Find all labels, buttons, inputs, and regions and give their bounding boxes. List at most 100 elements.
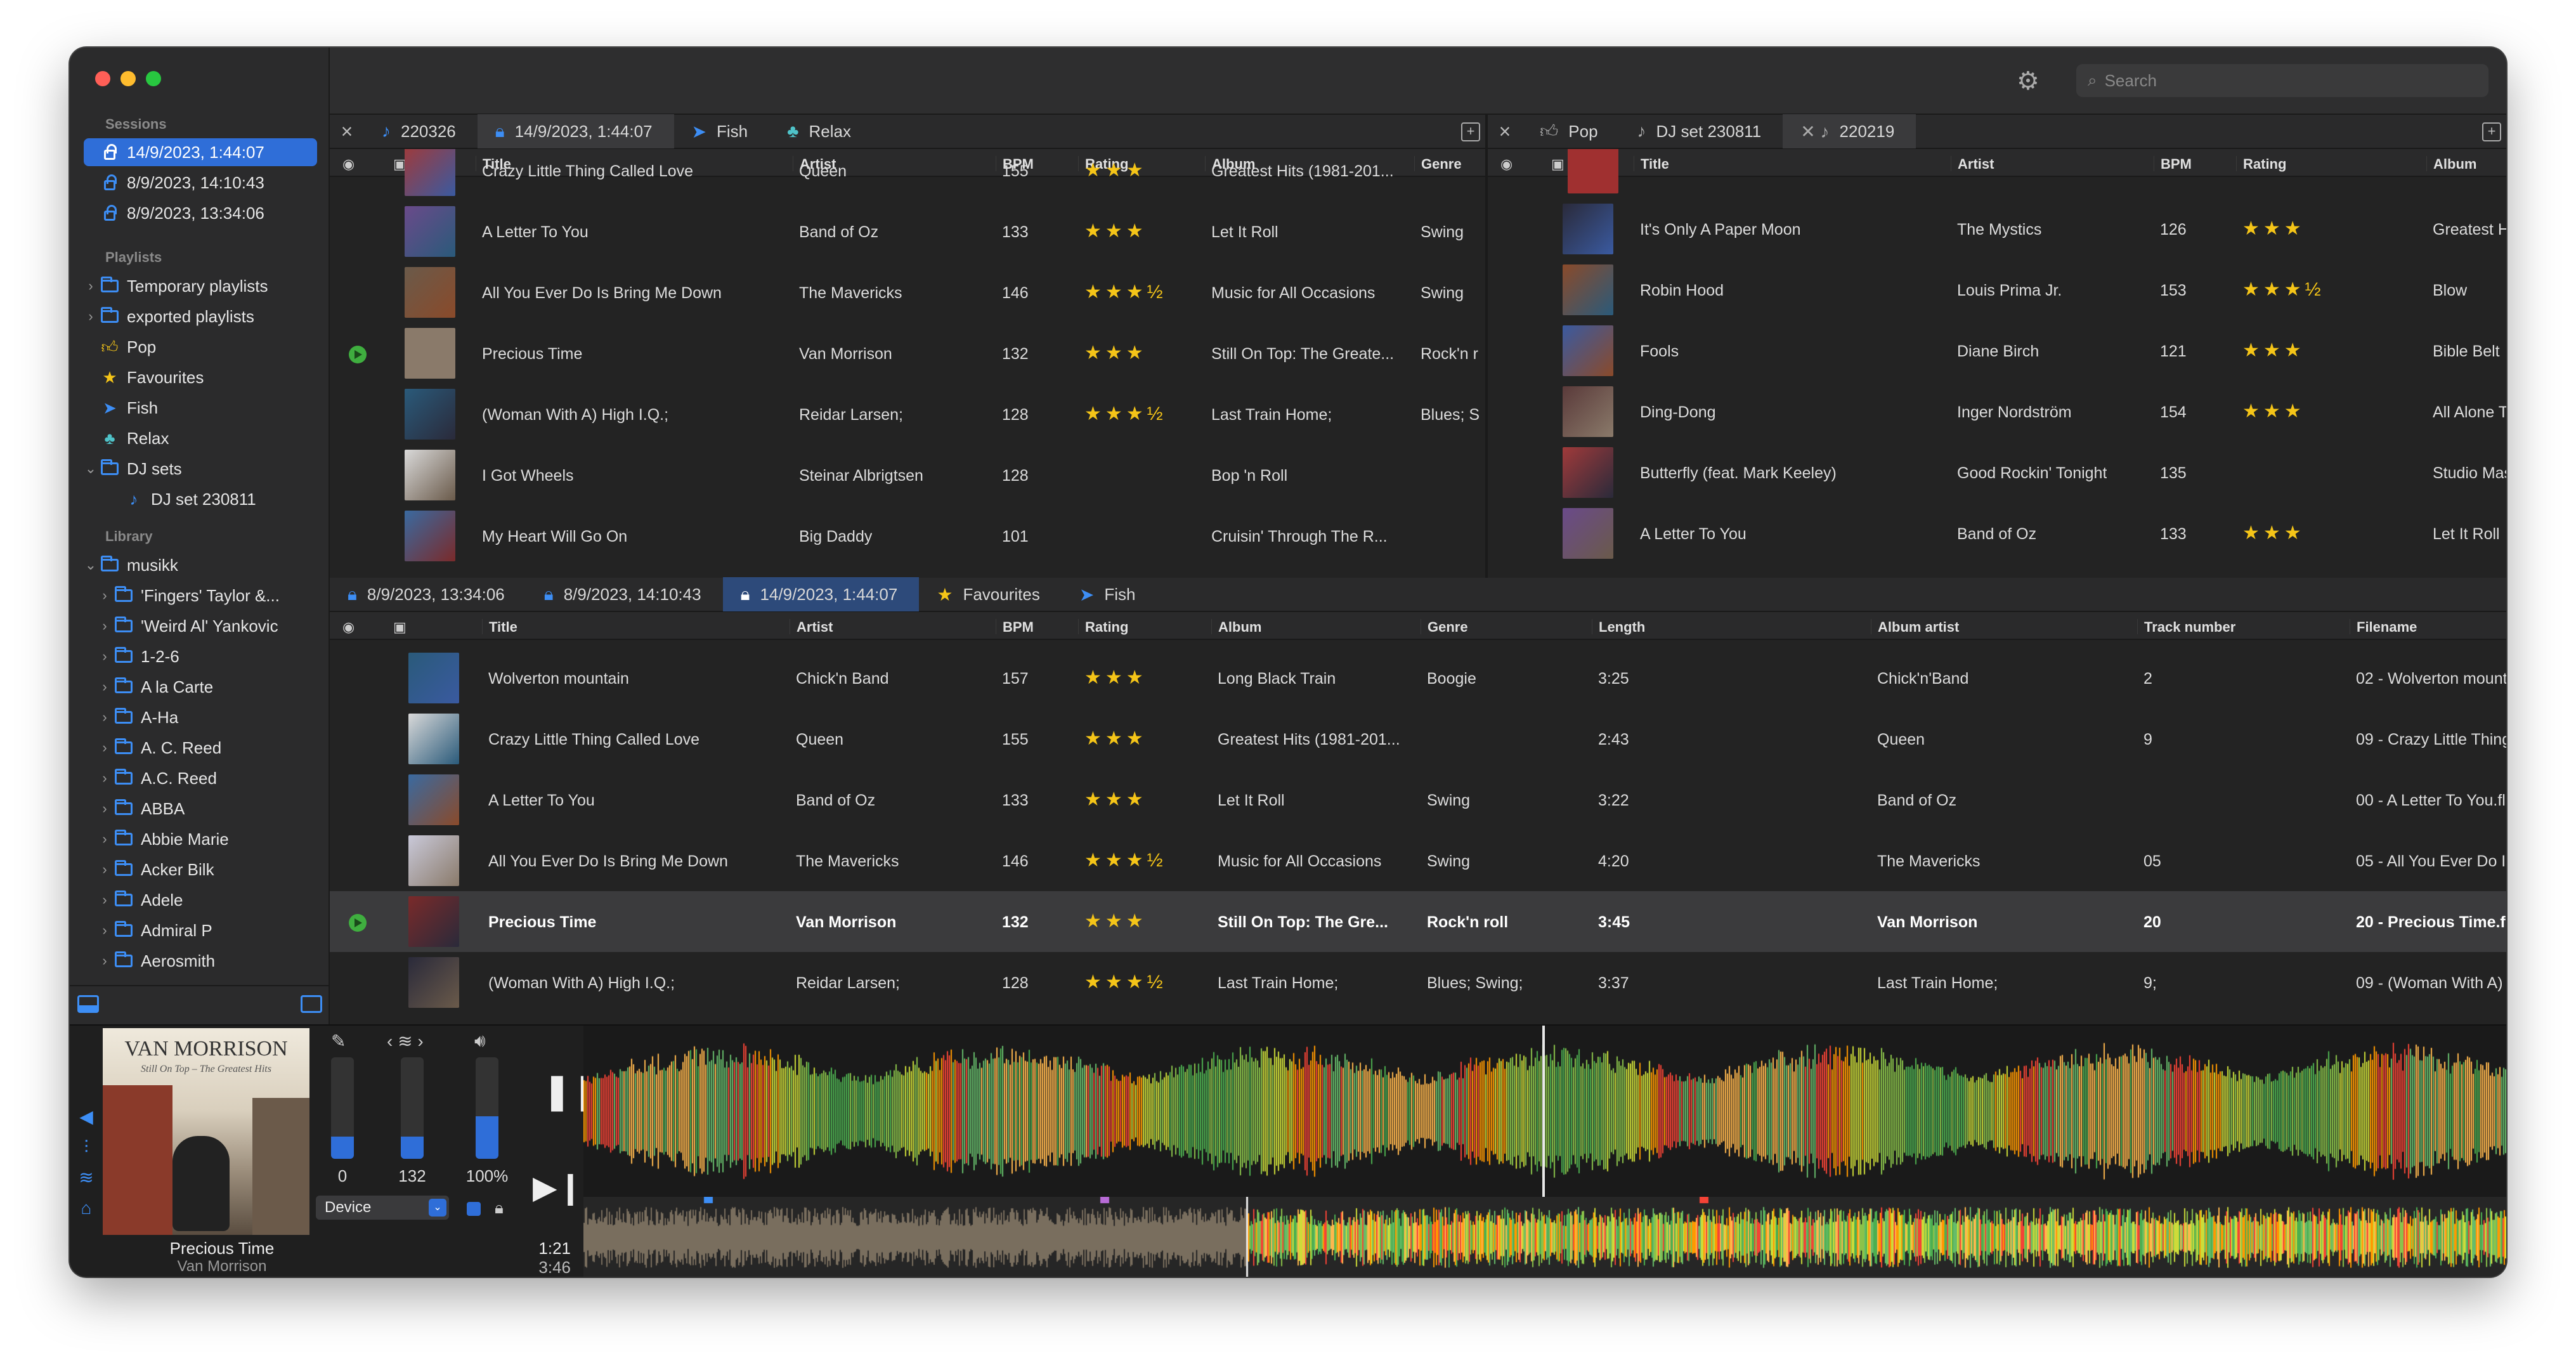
overview-waveform[interactable]: [583, 1197, 2506, 1277]
tab-item[interactable]: ➤ Fish: [1062, 577, 1157, 611]
table-row[interactable]: Crazy Little Thing Called Love Queen 155 ★★…: [330, 708, 2506, 769]
chevron-icon[interactable]: ›: [98, 648, 112, 665]
now-playing-column-icon[interactable]: ◉: [1500, 156, 1512, 173]
add-tab-button[interactable]: +: [1461, 122, 1480, 141]
chevron-icon[interactable]: ›: [98, 800, 112, 817]
tab-item[interactable]: ➤ Fish: [674, 114, 770, 148]
tab-item[interactable]: ★ Favourites: [919, 577, 1062, 611]
close-window-button[interactable]: [95, 71, 110, 86]
tab-item[interactable]: ✕ ♪ 220219: [1783, 114, 1916, 148]
search-field[interactable]: ⌕ Search: [2076, 64, 2488, 97]
tab-item[interactable]: 🔒︎ 14/9/2023, 1:44:07: [477, 114, 674, 148]
artwork-column-icon[interactable]: ▣: [393, 619, 407, 636]
column-header[interactable]: Rating: [1078, 619, 1128, 635]
equalizer-icon[interactable]: ⫶: [74, 1132, 99, 1163]
chevron-down-icon[interactable]: ⌄: [84, 557, 98, 573]
tab-item[interactable]: ♪ DJ set 230811: [1620, 114, 1783, 148]
column-header[interactable]: Album artist: [1871, 619, 1959, 635]
table-row[interactable]: Butterfly (feat. Mark Keeley) Good Rockin…: [1488, 442, 2506, 503]
playlist-item[interactable]: 👍︎ Pop: [84, 333, 317, 361]
library-artist-item[interactable]: › 1-2-6: [84, 643, 317, 670]
table-row[interactable]: A Letter To You Band of Oz 133 ★★★ Let It Ro…: [330, 769, 2506, 830]
chevron-icon[interactable]: ›: [98, 709, 112, 726]
session-item[interactable]: 8/9/2023, 13:34:06: [84, 199, 317, 227]
library-artist-item[interactable]: › Aerosmith: [84, 947, 317, 975]
volume-icon[interactable]: 🔊︎: [474, 1031, 486, 1052]
record-toggle[interactable]: [467, 1202, 481, 1216]
level-slider[interactable]: [331, 1057, 354, 1159]
library-artist-item[interactable]: › A.C. Reed: [84, 764, 317, 792]
column-header[interactable]: Title: [482, 619, 517, 635]
table-row[interactable]: Wolverton mountain Chick'n Band 157 ★★★ Long…: [330, 648, 2506, 708]
chevron-icon[interactable]: ›: [98, 618, 112, 634]
next-track-button[interactable]: ▶❙: [533, 1169, 583, 1206]
playlist-item[interactable]: ★ Favourites: [84, 363, 317, 391]
column-header[interactable]: Length: [1592, 619, 1645, 635]
table-row[interactable]: A Letter To You Band of Oz 133 ★★★ Let It Ro…: [1488, 503, 2506, 564]
library-artist-item[interactable]: › Acker Bilk: [84, 856, 317, 884]
column-header[interactable]: Filename: [2350, 619, 2417, 635]
speaker-icon[interactable]: ◀: [74, 1102, 99, 1132]
table-row[interactable]: All You Ever Do Is Bring Me Down The Mave…: [330, 830, 2506, 891]
column-header[interactable]: BPM: [996, 619, 1034, 635]
playlist-item[interactable]: ⌄ DJ sets: [84, 455, 317, 483]
lock-icon[interactable]: 🔒︎: [495, 1198, 504, 1218]
playlist-item[interactable]: ♪ DJ set 230811: [84, 485, 317, 513]
level-slider[interactable]: [476, 1057, 498, 1159]
table-row[interactable]: Precious Time Van Morrison 132 ★★★ Still On …: [330, 891, 2506, 952]
session-item[interactable]: 8/9/2023, 14:10:43: [84, 169, 317, 197]
session-item[interactable]: 14/9/2023, 1:44:07: [84, 138, 317, 166]
library-artist-item[interactable]: › Adele: [84, 886, 317, 914]
table-row[interactable]: My Heart Will Go On Big Daddy 101 Cruisin' …: [330, 506, 1485, 566]
playlist-item[interactable]: ➤ Fish: [84, 394, 317, 422]
tab-item[interactable]: 🔒︎ 8/9/2023, 13:34:06: [330, 577, 526, 611]
table-row[interactable]: All You Ever Do Is Bring Me Down The Mave…: [330, 262, 1485, 323]
waveform-icon[interactable]: ≋: [74, 1163, 99, 1193]
device-select[interactable]: Device ⌄: [316, 1196, 449, 1220]
tab-item[interactable]: ♣ Relax: [769, 114, 873, 148]
table-row[interactable]: Precious Time Van Morrison 132 ★★★ Still On …: [330, 323, 1485, 384]
chevron-icon[interactable]: ›: [84, 308, 98, 325]
table-row[interactable]: It's Only A Paper Moon The Mystics 126 ★★★ G…: [1488, 149, 2506, 259]
level-slider[interactable]: [401, 1057, 424, 1159]
chevron-icon[interactable]: ›: [98, 953, 112, 969]
tab-item[interactable]: 🔒︎ 8/9/2023, 14:10:43: [526, 577, 723, 611]
chevron-icon[interactable]: ›: [98, 922, 112, 939]
tab-item[interactable]: ♪ 220326: [364, 114, 478, 148]
minimize-window-button[interactable]: [120, 71, 136, 86]
chevron-icon[interactable]: ›: [98, 587, 112, 604]
chevron-icon[interactable]: ›: [84, 278, 98, 294]
column-header[interactable]: Genre: [1421, 619, 1468, 635]
column-header[interactable]: Track number: [2137, 619, 2235, 635]
layout-right-icon[interactable]: [301, 995, 322, 1013]
chevron-icon[interactable]: ›: [98, 831, 112, 847]
table-row[interactable]: A Letter To You Band of Oz 133 ★★★ Let It Ro…: [330, 201, 1485, 262]
chevron-icon[interactable]: ›: [98, 892, 112, 908]
library-artist-item[interactable]: › 'Weird Al' Yankovic: [84, 612, 317, 640]
edit-icon[interactable]: ✎: [331, 1031, 346, 1052]
tag-icon[interactable]: ⌂: [74, 1193, 99, 1223]
library-artist-item[interactable]: › Abbie Marie: [84, 825, 317, 853]
library-artist-item[interactable]: › Admiral P: [84, 917, 317, 944]
table-row[interactable]: Ding-Dong Inger Nordström 154 ★★★ All Alone …: [1488, 381, 2506, 442]
library-artist-item[interactable]: › A-Ha: [84, 703, 317, 731]
tab-item[interactable]: 🔒︎ 14/9/2023, 1:44:07: [722, 577, 920, 611]
artwork-column-icon[interactable]: ▣: [1551, 156, 1564, 173]
table-row[interactable]: (Woman With A) High I.Q.; Reidar Larsen; 1…: [330, 384, 1485, 445]
now-playing-column-icon[interactable]: ◉: [342, 619, 355, 636]
library-root[interactable]: ⌄ musikk: [84, 551, 317, 579]
playlist-item[interactable]: › exported playlists: [84, 303, 317, 330]
chevron-icon[interactable]: ›: [98, 679, 112, 695]
settings-gear-icon[interactable]: ⚙: [2017, 67, 2039, 96]
column-header[interactable]: Album: [2426, 156, 2476, 172]
waveform-display[interactable]: [583, 1026, 2506, 1197]
table-row[interactable]: I Got Wheels Steinar Albrigtsen 128 Bop 'n …: [330, 445, 1485, 506]
chevron-icon[interactable]: ⌄: [84, 460, 98, 477]
tab-item[interactable]: 👍︎ Pop: [1522, 114, 1620, 148]
library-artist-item[interactable]: › ABBA: [84, 795, 317, 823]
column-header[interactable]: Rating: [2236, 156, 2286, 172]
chevron-icon[interactable]: ›: [98, 740, 112, 756]
library-artist-item[interactable]: › A. C. Reed: [84, 734, 317, 762]
column-header[interactable]: Artist: [1951, 156, 1994, 172]
column-header[interactable]: Album: [1211, 619, 1261, 635]
